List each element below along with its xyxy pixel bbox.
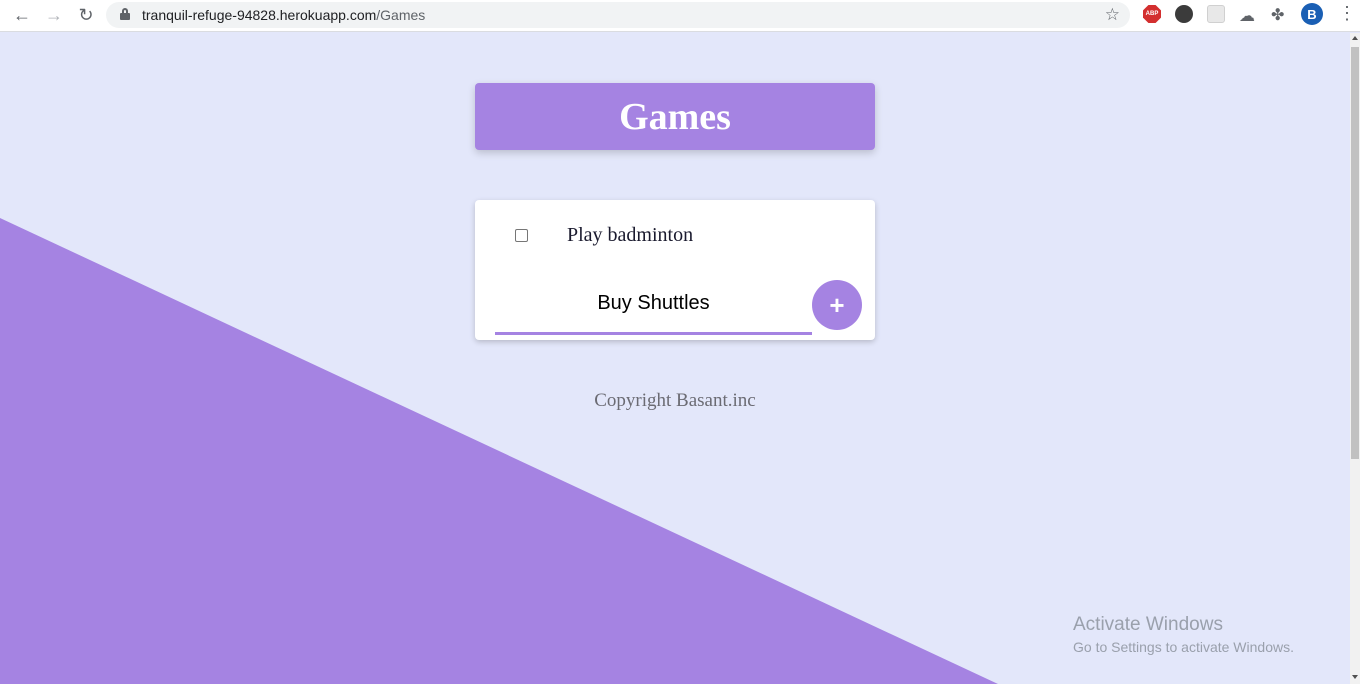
adblock-icon[interactable]: ABP [1143,5,1161,23]
browser-toolbar: ← → ↻ tranquil-refuge-94828.herokuapp.co… [0,0,1360,32]
page-header: Games [475,83,875,150]
todo-card: Play badminton + [475,200,875,340]
item-checkbox[interactable] [515,229,528,242]
address-bar[interactable]: tranquil-refuge-94828.herokuapp.com/Game… [106,2,1130,28]
profile-avatar[interactable]: B [1301,3,1323,25]
watermark-subtitle: Go to Settings to activate Windows. [1073,639,1294,655]
watermark-title: Activate Windows [1073,614,1223,635]
vertical-scrollbar[interactable] [1350,33,1360,684]
kebab-menu-icon[interactable]: ⋮ [1338,4,1356,22]
new-item-input[interactable] [495,283,812,335]
page-viewport: Games Play badminton + Copyright Basant.… [0,33,1350,684]
lock-icon[interactable] [120,8,130,20]
add-item-button[interactable]: + [812,280,862,330]
copyright-footer: Copyright Basant.inc [594,390,756,411]
url-text[interactable]: tranquil-refuge-94828.herokuapp.com/Game… [142,7,425,23]
blank-extension-icon[interactable] [1207,5,1225,23]
windows-activation-watermark: Activate Windows Go to Settings to activ… [1073,613,1294,657]
scroll-up-arrow-icon[interactable] [1352,36,1358,40]
item-text: Play badminton [567,224,694,246]
url-host: tranquil-refuge-94828.herokuapp.com [142,7,377,23]
cloud-icon[interactable]: ☁ [1239,6,1255,26]
page-title: Games [619,95,731,138]
reload-icon[interactable]: ↻ [74,3,98,27]
url-path: /Games [376,7,426,23]
back-icon[interactable]: ← [10,3,34,27]
bookmark-star-icon[interactable]: ☆ [1105,5,1120,25]
forward-icon[interactable]: → [42,3,66,27]
spy-icon[interactable] [1175,5,1193,23]
list-item[interactable]: Play badminton [475,218,875,254]
scrollbar-thumb[interactable] [1351,47,1359,459]
puzzle-icon[interactable]: ✤ [1271,5,1284,25]
scroll-down-arrow-icon[interactable] [1352,675,1358,679]
